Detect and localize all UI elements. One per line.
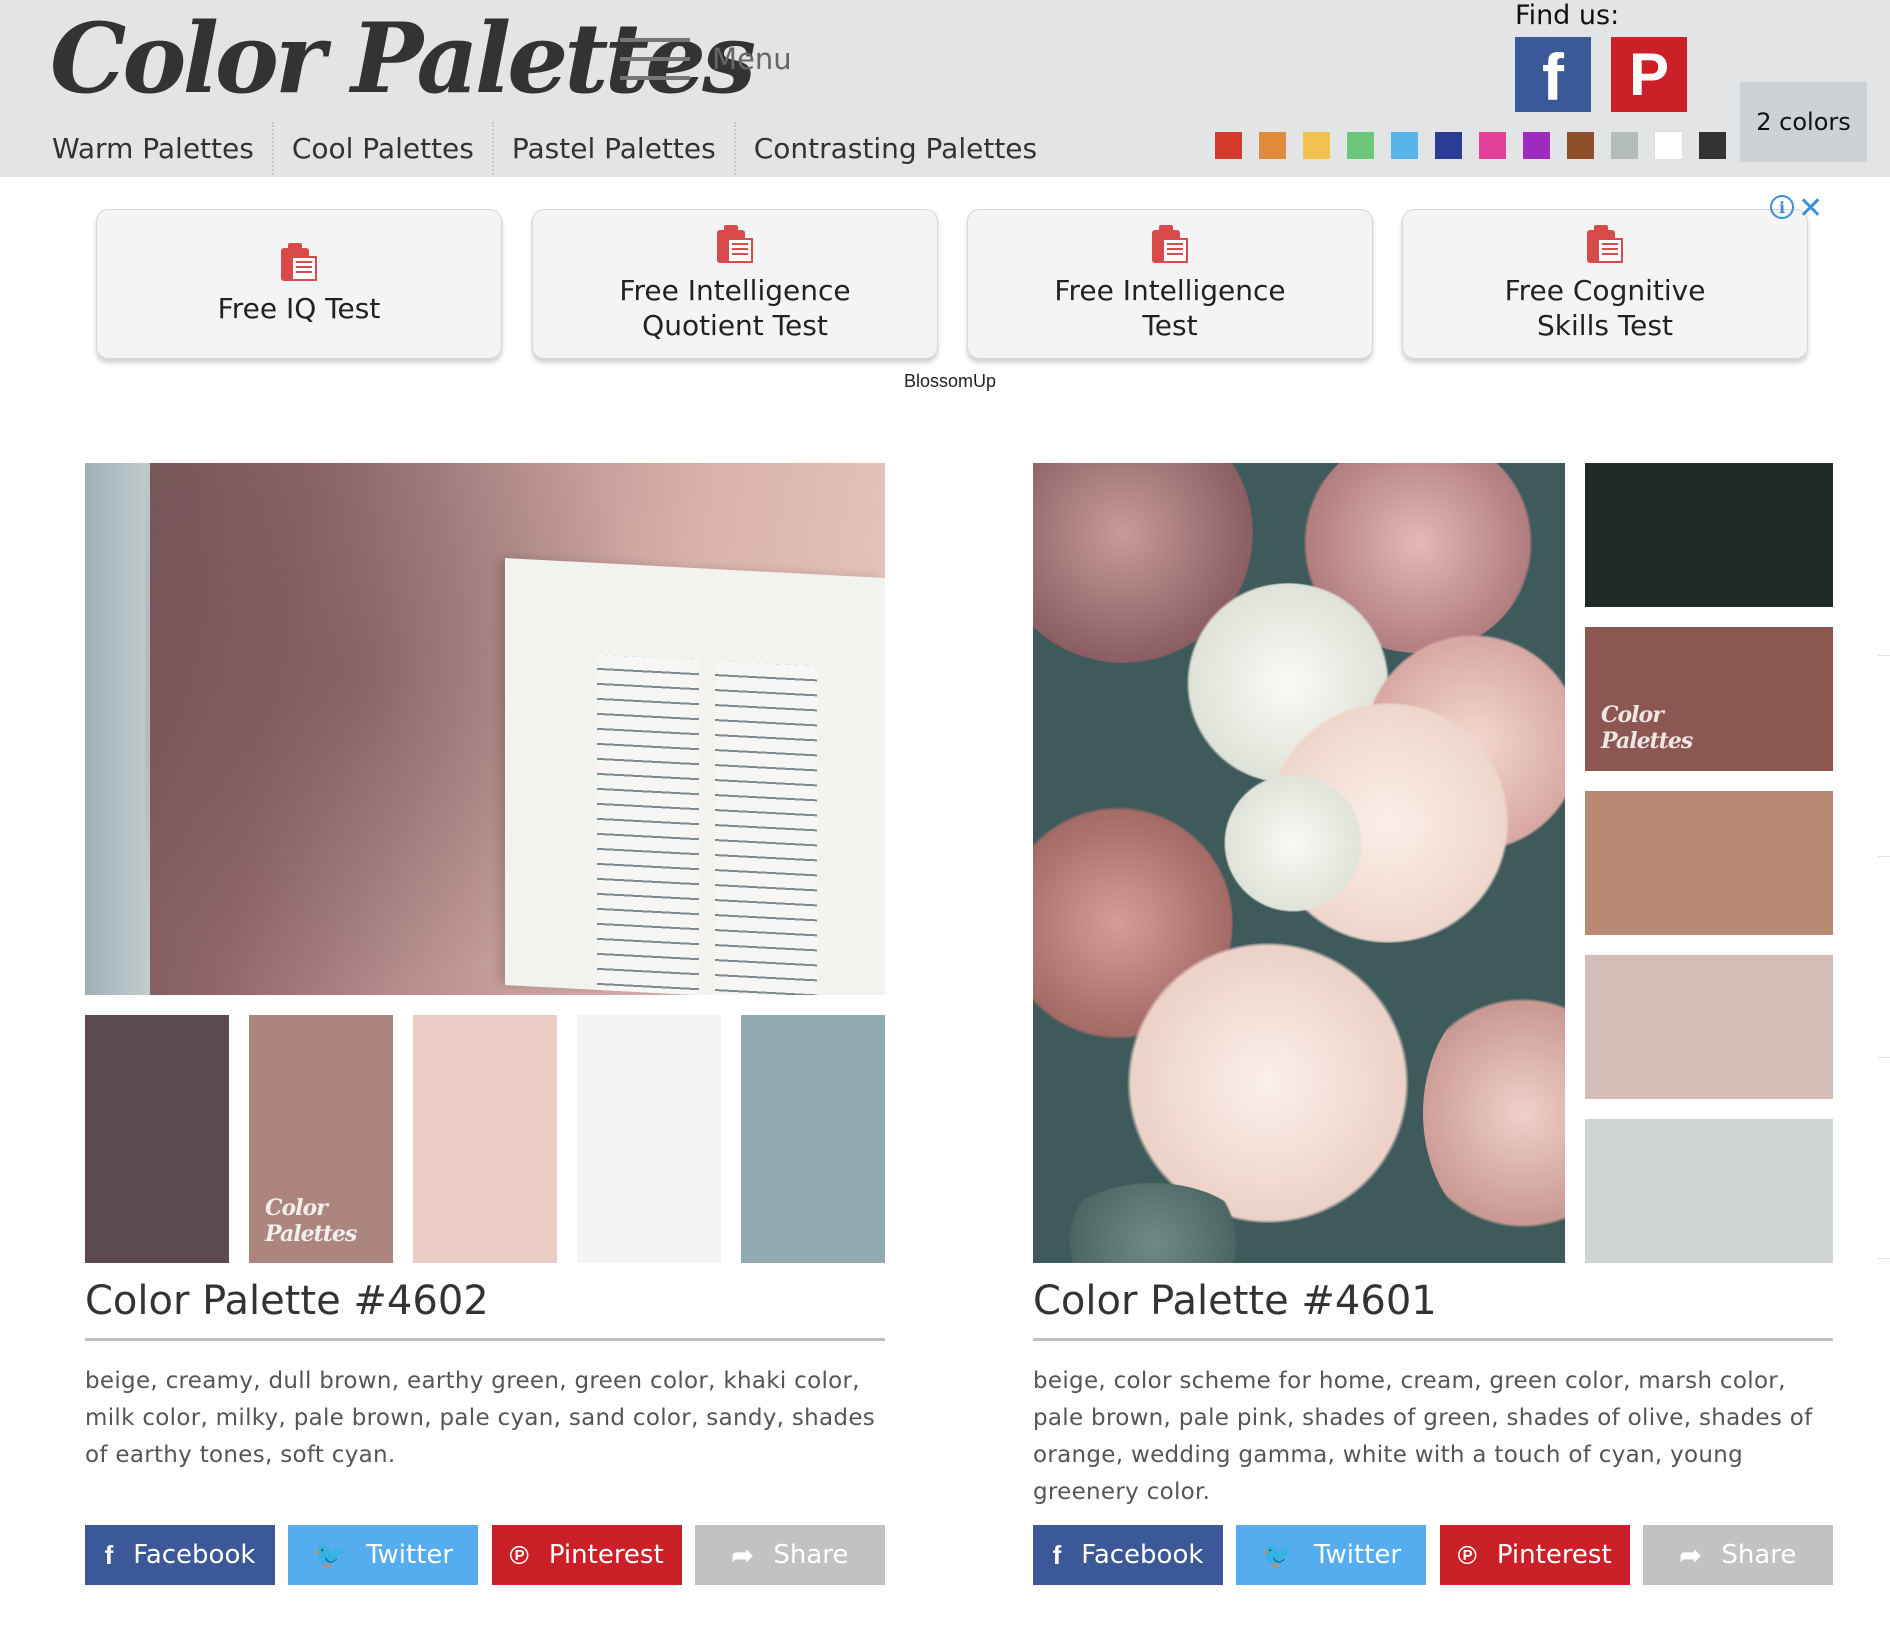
nav-warm-palettes[interactable]: Warm Palettes — [34, 122, 272, 175]
swatch[interactable] — [1585, 791, 1833, 935]
color-filter-orange[interactable] — [1259, 132, 1286, 159]
pinterest-icon: P — [1628, 41, 1670, 108]
swatch[interactable] — [85, 1015, 229, 1263]
palette-swatches: Color Palettes — [1585, 463, 1833, 1263]
facebook-share-label: Facebook — [1081, 1540, 1204, 1570]
color-filter-light-blue[interactable] — [1391, 132, 1418, 159]
share-buttons: f Facebook 🐦 Twitter ℗ Pinterest ➦ Share — [1033, 1525, 1833, 1585]
swatch[interactable] — [1585, 463, 1833, 607]
color-filter-green[interactable] — [1347, 132, 1374, 159]
twitter-icon: 🐦 — [313, 1539, 346, 1570]
nav-pastel-palettes[interactable]: Pastel Palettes — [491, 122, 734, 175]
ad-card-label: Free Intelligence Quotient Test — [619, 274, 851, 342]
clipboard-icon — [1152, 225, 1188, 263]
color-filter-black[interactable] — [1699, 132, 1726, 159]
pinterest-share-label: Pinterest — [548, 1540, 664, 1570]
facebook-icon: f — [104, 1539, 114, 1570]
twitter-share-button[interactable]: 🐦 Twitter — [1236, 1525, 1427, 1585]
pinterest-share-label: Pinterest — [1496, 1540, 1612, 1570]
ad-card-label: Free Cognitive Skills Test — [1504, 274, 1706, 342]
color-filter-bar — [1215, 131, 1743, 160]
swatch[interactable]: Color Palettes — [1585, 627, 1833, 771]
color-filter-gray[interactable] — [1611, 132, 1638, 159]
facebook-icon: f — [1052, 1539, 1062, 1570]
clipboard-icon — [281, 242, 317, 281]
share-icon: ➦ — [1679, 1539, 1702, 1570]
menu-button[interactable]: Menu — [620, 36, 792, 82]
swatch[interactable] — [1585, 955, 1833, 1099]
ad-banner: Free IQ Test Free Intelligence Quotient … — [80, 191, 1823, 405]
share-icon: ➦ — [731, 1539, 754, 1570]
pinterest-link[interactable]: P — [1611, 37, 1687, 112]
color-filter-blue[interactable] — [1435, 132, 1462, 159]
color-count-button[interactable]: 2 colors — [1740, 82, 1867, 162]
site-header: Color Palettes Menu Warm Palettes Cool P… — [0, 0, 1890, 177]
ad-brand: BlossomUp — [903, 371, 997, 391]
color-filter-brown[interactable] — [1567, 132, 1594, 159]
swatch[interactable] — [741, 1015, 885, 1263]
find-us-label: Find us: — [1515, 0, 1620, 31]
info-icon[interactable]: i — [1770, 195, 1794, 219]
share-button[interactable]: ➦ Share — [1642, 1525, 1833, 1585]
hamburger-icon — [620, 36, 690, 82]
clipboard-icon — [1587, 225, 1623, 263]
color-filter-yellow[interactable] — [1303, 132, 1330, 159]
pinterest-icon: ℗ — [509, 1539, 529, 1570]
pinterest-icon: ℗ — [1457, 1539, 1477, 1570]
pinterest-share-button[interactable]: ℗ Pinterest — [1439, 1525, 1630, 1585]
twitter-icon: 🐦 — [1261, 1539, 1294, 1570]
twitter-share-button[interactable]: 🐦 Twitter — [288, 1525, 479, 1585]
twitter-share-label: Twitter — [365, 1540, 454, 1570]
swatch[interactable] — [413, 1015, 557, 1263]
palette-swatches: Color Palettes — [85, 1015, 885, 1263]
swatch[interactable] — [1585, 1119, 1833, 1263]
share-label: Share — [1721, 1540, 1797, 1570]
nav-contrasting-palettes[interactable]: Contrasting Palettes — [733, 122, 1055, 175]
palette-tags: beige, color scheme for home, cream, gre… — [1033, 1368, 1813, 1505]
palette-tags: beige, creamy, dull brown, earthy green,… — [85, 1368, 876, 1468]
share-button[interactable]: ➦ Share — [694, 1525, 885, 1585]
nav-cool-palettes[interactable]: Cool Palettes — [271, 122, 492, 175]
ad-card-label: Free IQ Test — [217, 291, 381, 325]
share-buttons: f Facebook 🐦 Twitter ℗ Pinterest ➦ Share — [85, 1525, 885, 1585]
facebook-link[interactable]: f — [1515, 37, 1591, 114]
main-nav: Warm Palettes Cool Palettes Pastel Palet… — [34, 122, 1055, 175]
color-filter-red[interactable] — [1215, 132, 1242, 159]
pinterest-share-button[interactable]: ℗ Pinterest — [491, 1525, 682, 1585]
ad-card-iq-test[interactable]: Free IQ Test — [96, 209, 502, 359]
palette-title[interactable]: Color Palette #4601 — [1033, 1278, 1833, 1341]
swatch[interactable] — [577, 1015, 721, 1263]
facebook-share-button[interactable]: f Facebook — [1033, 1525, 1223, 1585]
facebook-share-label: Facebook — [133, 1540, 256, 1570]
facebook-icon: f — [1542, 39, 1564, 114]
color-filter-purple[interactable] — [1523, 132, 1550, 159]
ad-card-intelligence-test[interactable]: Free Intelligence Test — [967, 209, 1373, 359]
menu-label: Menu — [712, 42, 792, 76]
watermark-logo: Color Palettes — [1601, 702, 1693, 754]
ad-card-label: Free Intelligence Test — [1054, 274, 1286, 342]
ad-card-intelligence-quotient[interactable]: Free Intelligence Quotient Test — [532, 209, 938, 359]
facebook-share-button[interactable]: f Facebook — [85, 1525, 275, 1585]
close-icon[interactable]: ✕ — [1798, 191, 1823, 226]
color-filter-white[interactable] — [1654, 131, 1683, 160]
watermark-logo: Color Palettes — [265, 1195, 357, 1247]
swatch[interactable]: Color Palettes — [249, 1015, 393, 1263]
ad-card-cognitive-skills[interactable]: Free Cognitive Skills Test — [1402, 209, 1808, 359]
palette-photo[interactable] — [1033, 463, 1565, 1263]
color-filter-pink[interactable] — [1479, 132, 1506, 159]
palette-title[interactable]: Color Palette #4602 — [85, 1278, 885, 1341]
share-label: Share — [773, 1540, 849, 1570]
twitter-share-label: Twitter — [1313, 1540, 1402, 1570]
palette-photo[interactable] — [85, 463, 885, 995]
clipboard-icon — [717, 225, 753, 263]
page-edge-divider — [1878, 655, 1890, 1632]
